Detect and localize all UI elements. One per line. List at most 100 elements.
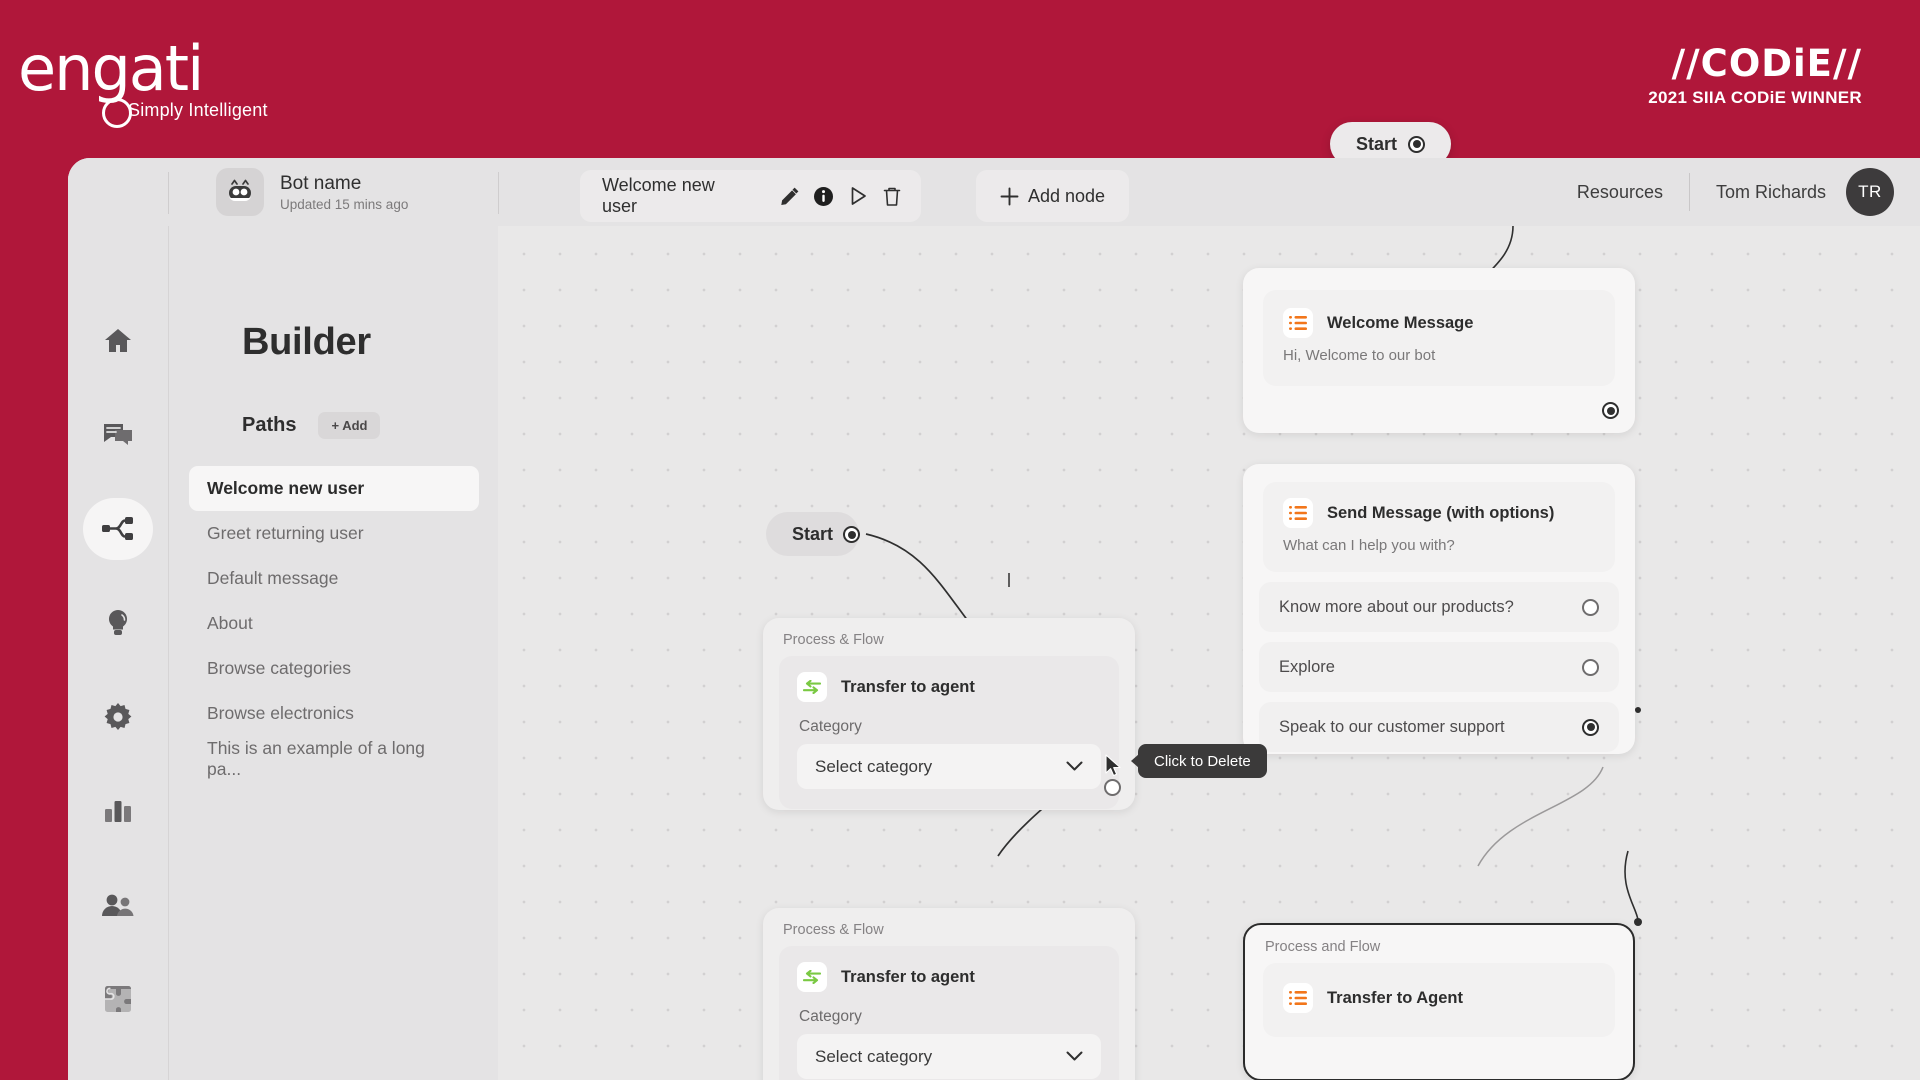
flow-canvas[interactable]: Start Welcome Message Hi, Welcome to our… (498, 226, 1920, 1080)
path-toolbar-group: Welcome new user (580, 170, 921, 222)
path-item-default-message[interactable]: Default message (189, 556, 479, 601)
node-welcome-message[interactable]: Welcome Message Hi, Welcome to our bot (1243, 268, 1635, 433)
delete-path-button[interactable] (877, 176, 907, 216)
category-field-label: Category (799, 1008, 862, 1025)
rail-item-broadcast[interactable] (68, 1046, 168, 1080)
page-title: Builder (242, 321, 371, 363)
transfer-icon (797, 962, 827, 992)
path-item-browse-categories[interactable]: Browse categories (189, 646, 479, 691)
node-title: Transfer to Agent (1327, 988, 1463, 1007)
option-row-explore[interactable]: Explore (1259, 642, 1619, 692)
paths-label: Paths (242, 414, 297, 436)
add-node-label: Add node (1028, 185, 1106, 206)
transfer-arrows-icon (803, 970, 821, 984)
category-select[interactable]: Select category (797, 744, 1101, 789)
rail-item-settings[interactable] (68, 670, 168, 764)
users-icon (102, 894, 134, 916)
node-title: Transfer to agent (841, 677, 975, 696)
path-item-welcome-new-user[interactable]: Welcome new user (189, 466, 479, 511)
chat-icon (104, 424, 132, 445)
resources-link[interactable]: Resources (1551, 182, 1689, 203)
node-body-text: What can I help you with? (1283, 537, 1455, 554)
node-header: Process and Flow (1265, 939, 1381, 955)
chevron-down-icon (1066, 761, 1083, 771)
category-select-value: Select category (815, 1046, 933, 1066)
rail-item-builder[interactable] (68, 482, 168, 576)
bot-info[interactable]: Bot name Updated 15 mins ago (216, 168, 408, 216)
user-avatar[interactable]: TR (1846, 168, 1894, 216)
left-icon-rail (68, 158, 168, 1080)
pencil-icon (780, 187, 799, 205)
start-pill-canvas-port[interactable] (843, 526, 860, 543)
message-list-icon (1283, 498, 1313, 528)
gear-icon (104, 703, 132, 730)
rail-item-home[interactable] (68, 294, 168, 388)
node-title: Welcome Message (1327, 313, 1474, 332)
node-header: Process & Flow (783, 632, 884, 648)
puzzle-icon (105, 986, 131, 1014)
mouse-cursor-icon (1105, 754, 1121, 777)
list-lines-icon (1289, 316, 1307, 330)
path-item-browse-electronics[interactable]: Browse electronics (189, 691, 479, 736)
option-output-port[interactable] (1582, 718, 1599, 736)
home-icon (105, 329, 131, 352)
path-item-label: Browse categories (207, 658, 351, 678)
path-item-about[interactable]: About (189, 601, 479, 646)
node-process-and-flow-agent[interactable]: Process and Flow Transfer to Agent (1243, 923, 1635, 1080)
option-output-port[interactable] (1582, 598, 1599, 616)
path-info-button[interactable] (809, 176, 839, 216)
option-output-port[interactable] (1582, 658, 1599, 676)
robot-icon (229, 179, 251, 202)
topbar-divider-2 (498, 172, 499, 214)
codie-award-title: //CODiE// (1671, 42, 1862, 85)
edit-path-button[interactable] (775, 176, 805, 216)
start-pill-floating-label: Start (1356, 133, 1398, 154)
node-send-message-options[interactable]: Send Message (with options) What can I h… (1243, 464, 1635, 754)
rail-item-analytics[interactable] (68, 764, 168, 858)
trash-icon (883, 187, 900, 206)
codie-award-subtitle: 2021 SIIA CODiE WINNER (1648, 88, 1862, 107)
path-item-label: Greet returning user (207, 523, 364, 543)
rail-item-conversations[interactable] (68, 388, 168, 482)
message-list-icon (1283, 983, 1313, 1013)
user-name-label[interactable]: Tom Richards (1690, 182, 1846, 203)
paths-header: Paths + Add (242, 412, 381, 439)
rail-item-users[interactable] (68, 858, 168, 952)
node-process-flow-1[interactable]: Process & Flow Transfer to agent Categor… (763, 618, 1135, 810)
engati-wordmark: engati (18, 32, 204, 105)
chevron-down-icon (1066, 1051, 1083, 1061)
category-select[interactable]: Select category (797, 1034, 1101, 1079)
topbar-right-group: Resources Tom Richards TR (1551, 158, 1894, 226)
paths-list: Welcome new user Greet returning user De… (189, 466, 479, 781)
path-item-greet-returning-user[interactable]: Greet returning user (189, 511, 479, 556)
node-header: Process & Flow (783, 922, 884, 938)
plus-icon (1000, 187, 1019, 205)
node-title: Transfer to agent (841, 967, 975, 986)
option-label: Know more about our products? (1279, 597, 1514, 616)
run-path-button[interactable] (843, 176, 873, 216)
flow-connectors (865, 226, 1642, 926)
start-pill-floating-port[interactable] (1408, 135, 1426, 153)
rail-item-intelligence[interactable] (68, 576, 168, 670)
bot-updated-time: Updated 15 mins ago (280, 196, 409, 212)
node-process-flow-2[interactable]: Process & Flow Transfer to agent Categor… (763, 908, 1135, 1080)
category-field-label: Category (799, 718, 862, 735)
engati-logo: engati Simply Intelligent (18, 32, 318, 128)
node-title: Send Message (with options) (1327, 503, 1555, 522)
path-item-long-path[interactable]: This is an example of a long pa... (189, 736, 479, 781)
add-path-button[interactable]: + Add (318, 412, 381, 439)
play-icon (851, 187, 866, 205)
add-node-button[interactable]: Add node (976, 170, 1130, 222)
delete-tooltip-label: Click to Delete (1154, 752, 1251, 770)
process-flow-1-output-port[interactable] (1104, 779, 1121, 796)
option-row-customer-support[interactable]: Speak to our customer support (1259, 702, 1619, 752)
engati-tagline: Simply Intelligent (128, 100, 268, 120)
start-pill-canvas-label: Start (792, 523, 834, 544)
path-item-label: Welcome new user (207, 478, 365, 498)
option-label: Speak to our customer support (1279, 717, 1505, 736)
rail-item-integrations[interactable] (68, 952, 168, 1046)
option-row-products[interactable]: Know more about our products? (1259, 582, 1619, 632)
welcome-message-output-port[interactable] (1602, 402, 1619, 419)
paths-sidebar: Builder Paths + Add Welcome new user Gre… (168, 226, 498, 1080)
bot-avatar (216, 168, 264, 216)
